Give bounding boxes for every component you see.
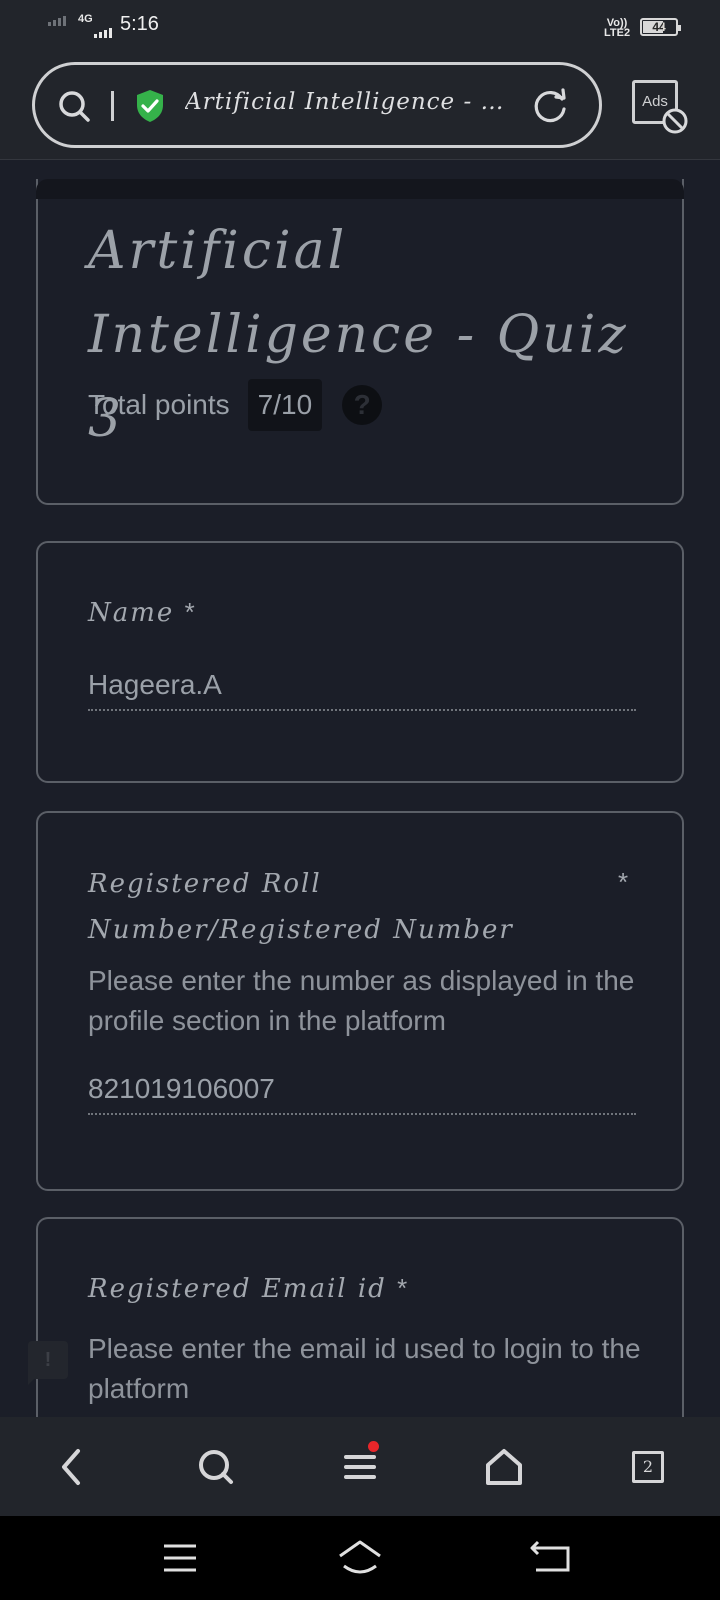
feedback-icon-tail bbox=[28, 1375, 38, 1385]
tabs-button[interactable]: 2 bbox=[620, 1439, 676, 1495]
required-asterisk: * bbox=[184, 597, 197, 627]
battery-icon: 44 bbox=[640, 18, 681, 36]
search-button[interactable] bbox=[188, 1439, 244, 1495]
secure-shield-icon bbox=[137, 90, 163, 122]
chevron-left-icon bbox=[62, 1449, 80, 1485]
ad-block-button[interactable]: Ads bbox=[632, 80, 690, 136]
tab-count: 2 bbox=[632, 1451, 664, 1483]
required-asterisk: * bbox=[618, 867, 629, 897]
search-icon[interactable] bbox=[57, 89, 91, 123]
browser-bottom-nav: 2 bbox=[0, 1417, 720, 1516]
menu-button[interactable] bbox=[332, 1439, 388, 1495]
recents-icon bbox=[164, 1544, 196, 1572]
name-question-card: Name * Hageera.A bbox=[36, 541, 684, 783]
search-icon bbox=[199, 1450, 233, 1484]
roll-field-label: Registered Roll Number/Registered Number bbox=[88, 869, 514, 945]
roll-number-question-card: Registered Roll Number/Registered Number… bbox=[36, 811, 684, 1191]
feedback-icon[interactable]: ! bbox=[28, 1341, 68, 1379]
required-asterisk: * bbox=[397, 1273, 410, 1303]
points-label: Total points bbox=[88, 389, 230, 420]
menu-icon bbox=[344, 1455, 376, 1479]
total-points-row: Total points 7/10 ? bbox=[88, 375, 383, 435]
form-content[interactable]: Artificial Intelligence - Quiz 3 Total p… bbox=[0, 161, 720, 1417]
signal-strength-icon-2 bbox=[94, 28, 112, 38]
page-title-url[interactable]: Artificial Intelligence - Q... bbox=[185, 89, 515, 115]
notification-dot bbox=[368, 1441, 379, 1452]
clock: 5:16 bbox=[120, 13, 159, 35]
name-field[interactable]: Hageera.A bbox=[88, 669, 636, 711]
email-field-description: Please enter the email id used to login … bbox=[88, 1333, 641, 1404]
name-field-label: Name * bbox=[88, 597, 197, 628]
roll-field-description: Please enter the number as displayed in … bbox=[88, 965, 635, 1036]
browser-toolbar: Artificial Intelligence - Q... Ads bbox=[0, 52, 720, 160]
battery-level: 44 bbox=[652, 20, 666, 34]
system-nav-bar bbox=[0, 1516, 720, 1600]
address-bar[interactable]: Artificial Intelligence - Q... bbox=[32, 62, 602, 148]
return-icon bbox=[530, 1540, 570, 1572]
network-type: 4G bbox=[78, 13, 93, 25]
back-button[interactable] bbox=[44, 1439, 100, 1495]
points-score: 7/10 bbox=[247, 379, 323, 431]
system-home-icon bbox=[339, 1540, 381, 1574]
email-field-label: Registered Email id * bbox=[88, 1273, 410, 1304]
status-bar: 4G 5:16 Vo)) LTE2 44 bbox=[0, 0, 720, 52]
roll-number-field[interactable]: 821019106007 bbox=[88, 1073, 636, 1115]
system-home-button[interactable] bbox=[336, 1536, 384, 1580]
block-icon bbox=[662, 108, 688, 134]
system-back-button[interactable] bbox=[528, 1536, 576, 1580]
reload-icon[interactable] bbox=[531, 87, 569, 125]
email-question-card: Registered Email id * Please enter the e… bbox=[36, 1217, 684, 1417]
header-accent-strip bbox=[36, 179, 684, 199]
home-icon bbox=[486, 1449, 522, 1485]
quiz-header-card: Artificial Intelligence - Quiz 3 Total p… bbox=[36, 179, 684, 505]
help-icon[interactable]: ? bbox=[342, 385, 383, 425]
divider bbox=[111, 91, 114, 121]
recent-apps-button[interactable] bbox=[156, 1536, 204, 1580]
volte-indicator: Vo)) LTE2 bbox=[604, 17, 631, 39]
home-button[interactable] bbox=[476, 1439, 532, 1495]
signal-strength-icon bbox=[48, 16, 66, 26]
